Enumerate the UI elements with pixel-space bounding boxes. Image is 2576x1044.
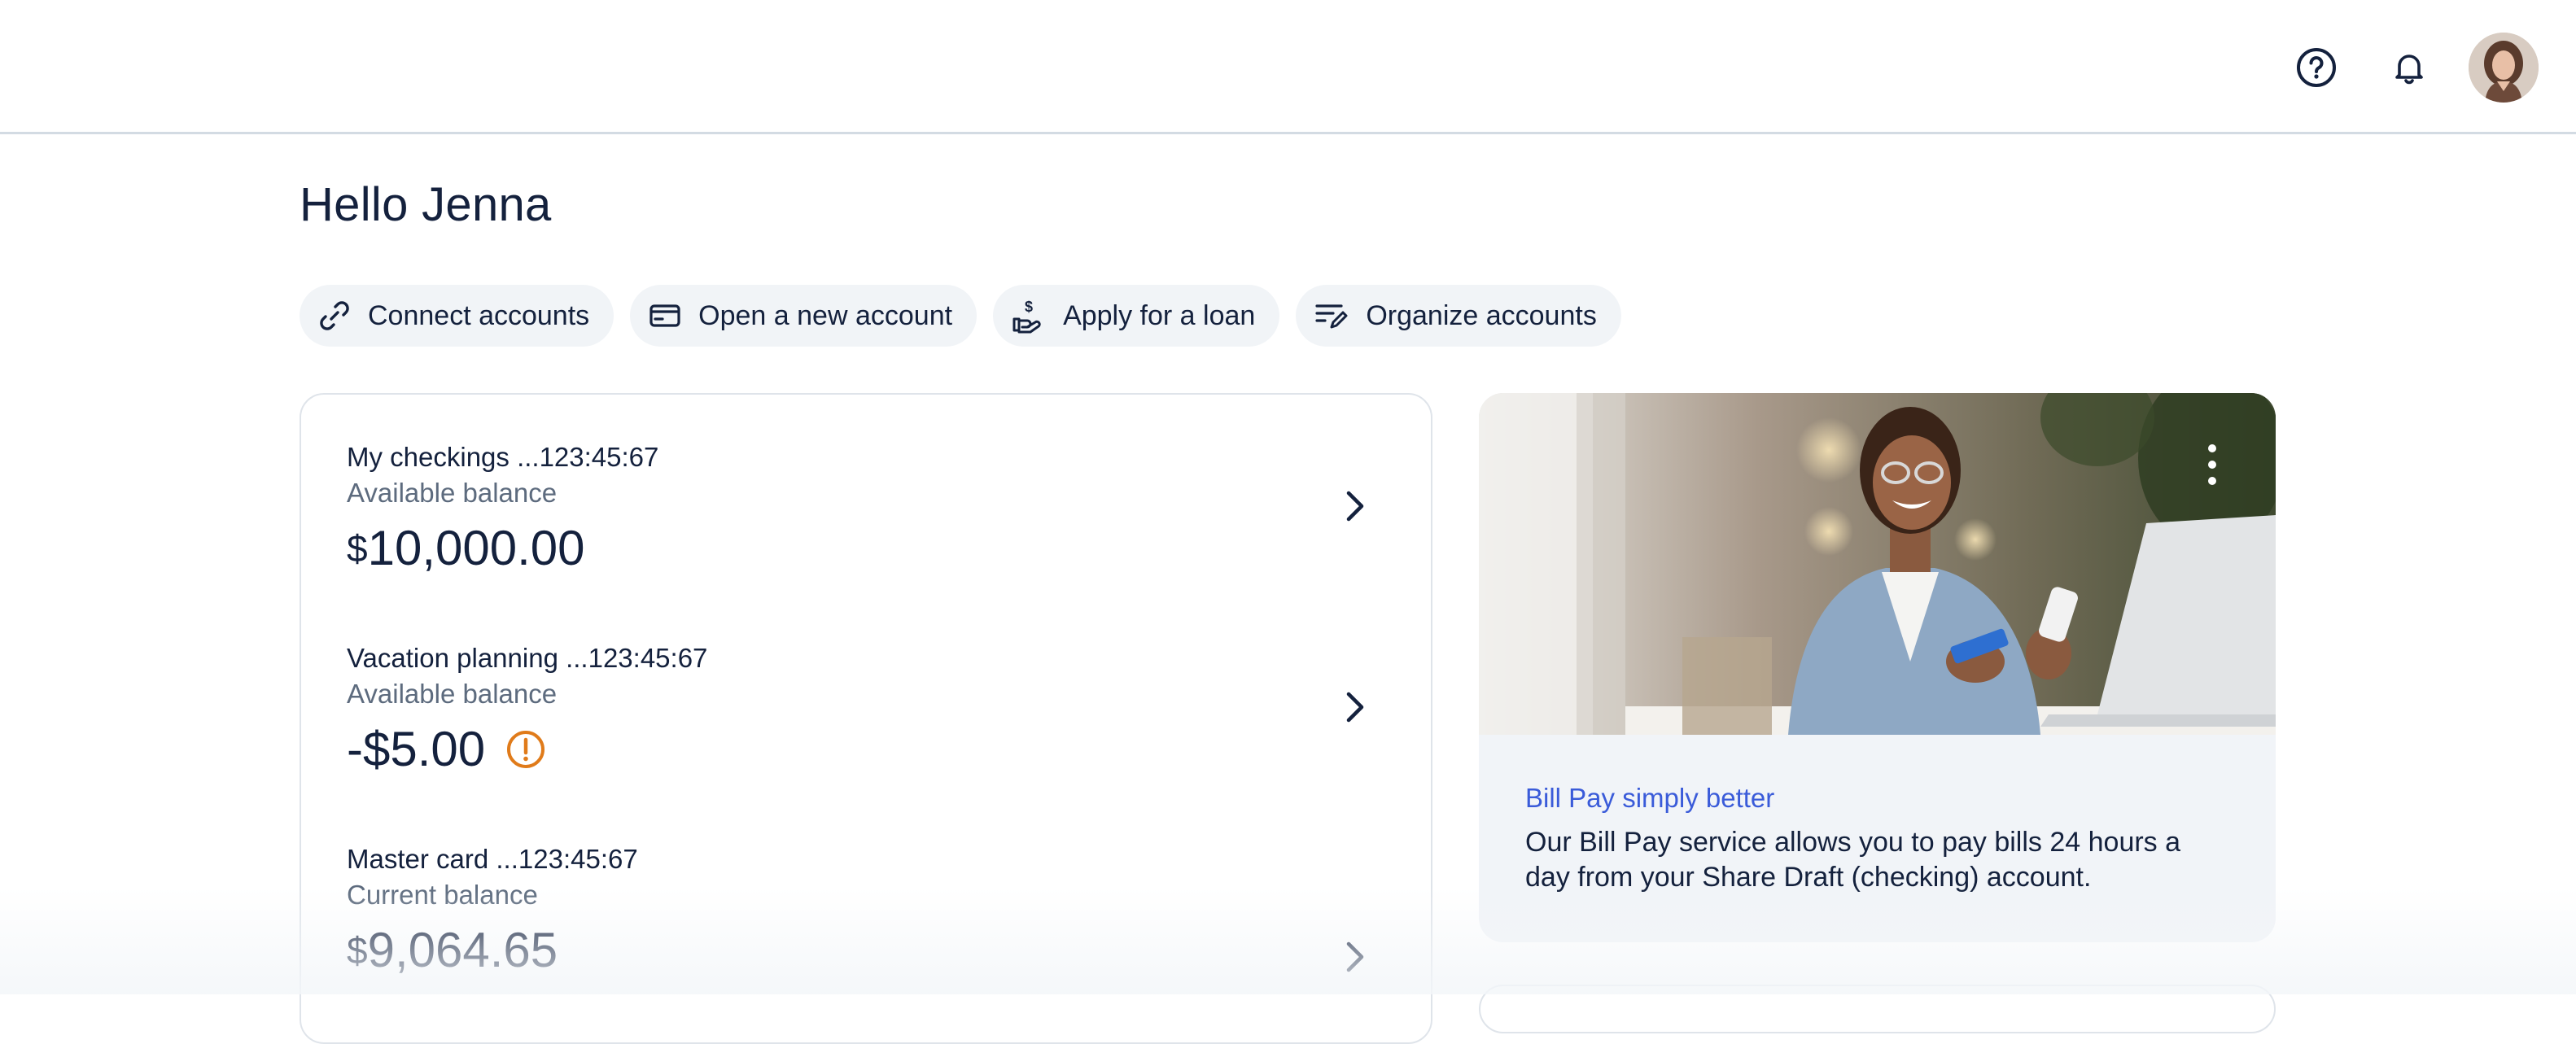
promo-photo-icon [1479,393,2276,735]
currency-symbol: $ [347,527,368,570]
chevron-right-icon [1346,692,1364,723]
balance-amount: 9,064.65 [367,923,558,977]
link-icon [320,301,349,330]
open-new-account-button[interactable]: Open a new account [630,285,977,347]
open-new-account-label: Open a new account [698,299,953,331]
account-name: Vacation planning ...123:45:67 [347,643,708,673]
apply-for-loan-button[interactable]: $ Apply for a loan [993,285,1280,347]
accounts-card: My checkings ...123:45:67 Available bala… [300,393,1432,1044]
account-row-vacation[interactable]: Vacation planning ...123:45:67 Available… [347,640,1385,779]
connect-accounts-label: Connect accounts [368,299,590,331]
balance-amount: 10,000.00 [367,521,585,575]
account-name: Master card ...123:45:67 [347,844,638,874]
svg-text:$: $ [1025,299,1033,315]
promo-body: Bill Pay simply better Our Bill Pay serv… [1525,780,2229,895]
promo-image [1479,393,2276,735]
balance-amount: 5.00 [390,722,486,776]
help-circle-icon [2297,48,2336,87]
account-balance: $10,000.00 [347,514,1385,583]
account-row-mastercard[interactable]: Master card ...123:45:67 Current balance… [347,841,1385,1004]
card-icon [649,304,680,327]
currency-symbol: $ [362,722,391,776]
account-row-checkings[interactable]: My checkings ...123:45:67 Available bala… [347,439,1385,578]
warning-icon [507,731,545,768]
page-title: Hello Jenna [300,178,552,231]
promo-title-link[interactable]: Bill Pay simply better [1525,780,2229,817]
quick-actions: Connect accounts Open a new account $ Ap… [300,285,1621,347]
balance-sign: - [347,722,363,776]
account-balance: $9,064.65 [347,916,1385,985]
user-avatar-icon [2469,33,2539,103]
avatar[interactable] [2469,33,2539,103]
more-options-icon[interactable] [2204,442,2220,487]
secondary-card [1479,985,2276,1033]
bell-icon [2395,55,2423,85]
promo-card: Bill Pay simply better Our Bill Pay serv… [1479,393,2276,942]
balance-label: Available balance [347,478,558,508]
chevron-right-icon [1346,941,1364,972]
promo-description: Our Bill Pay service allows you to pay b… [1525,827,2181,893]
account-name: My checkings ...123:45:67 [347,442,659,472]
notifications-button[interactable] [2374,33,2444,103]
top-bar [0,0,2576,134]
organize-accounts-label: Organize accounts [1366,299,1597,331]
account-balance: - $5.00 [347,715,1385,784]
header-actions [2281,33,2539,103]
balance-label: Available balance [347,679,558,709]
help-button[interactable] [2281,33,2351,103]
apply-for-loan-label: Apply for a loan [1063,299,1256,331]
balance-label: Current balance [347,880,538,910]
connect-accounts-button[interactable]: Connect accounts [300,285,614,347]
chevron-right-icon [1346,491,1364,522]
loan-hand-icon: $ [1012,299,1041,334]
organize-accounts-button[interactable]: Organize accounts [1296,285,1621,347]
organize-icon [1315,304,1348,329]
currency-symbol: $ [347,929,368,972]
